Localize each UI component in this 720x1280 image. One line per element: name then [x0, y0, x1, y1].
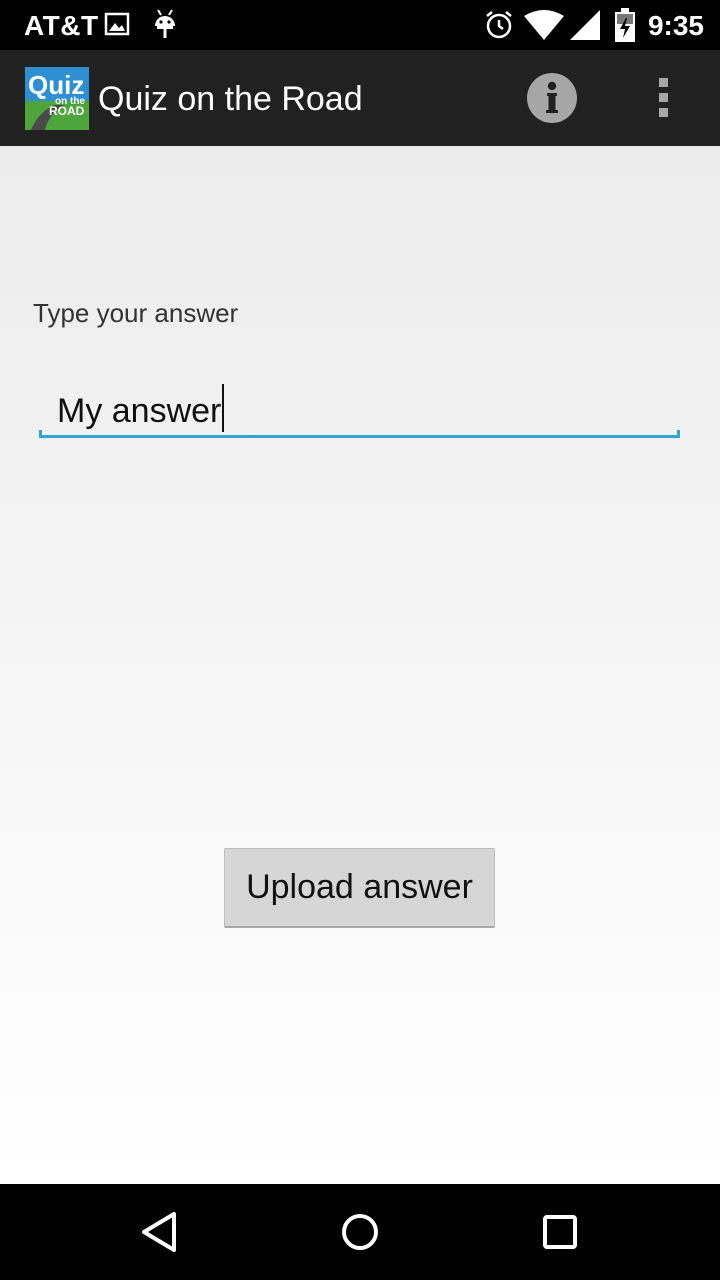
input-underline-tick-right [677, 430, 680, 438]
input-underline-tick-left [39, 430, 42, 438]
android-icon [155, 9, 175, 38]
back-icon[interactable] [136, 1208, 184, 1256]
image-icon [104, 12, 130, 36]
navigation-bar [0, 1184, 720, 1280]
recents-icon[interactable] [536, 1208, 584, 1256]
main-content: Type your answer My answer Upload answer [0, 146, 720, 1184]
app-logo-icon: Quiz on the ROAD [25, 67, 89, 130]
answer-value: My answer [57, 392, 222, 430]
app-title: Quiz on the Road [98, 80, 363, 118]
answer-input-text: My answer [57, 384, 225, 432]
input-underline [39, 435, 680, 438]
battery-charging-icon [615, 8, 635, 42]
alarm-icon [486, 11, 512, 39]
home-icon[interactable] [336, 1208, 384, 1256]
clock: 9:35 [647, 10, 704, 41]
status-bar: AT&T 9:35 [0, 0, 720, 50]
wifi-icon [524, 10, 564, 40]
info-icon [527, 73, 577, 123]
overflow-menu-icon [659, 78, 668, 117]
logo-text-road: ROAD [49, 104, 85, 118]
prompt-label: Type your answer [33, 298, 239, 328]
carrier-label: AT&T [24, 10, 99, 41]
signal-icon [570, 10, 600, 40]
info-button[interactable] [526, 72, 578, 124]
action-bar: Quiz on the ROAD Quiz on the Road [0, 50, 720, 146]
upload-answer-button[interactable]: Upload answer [224, 848, 495, 928]
overflow-menu-button[interactable] [644, 72, 684, 124]
answer-input[interactable]: My answer [39, 374, 680, 440]
text-cursor [222, 384, 225, 432]
